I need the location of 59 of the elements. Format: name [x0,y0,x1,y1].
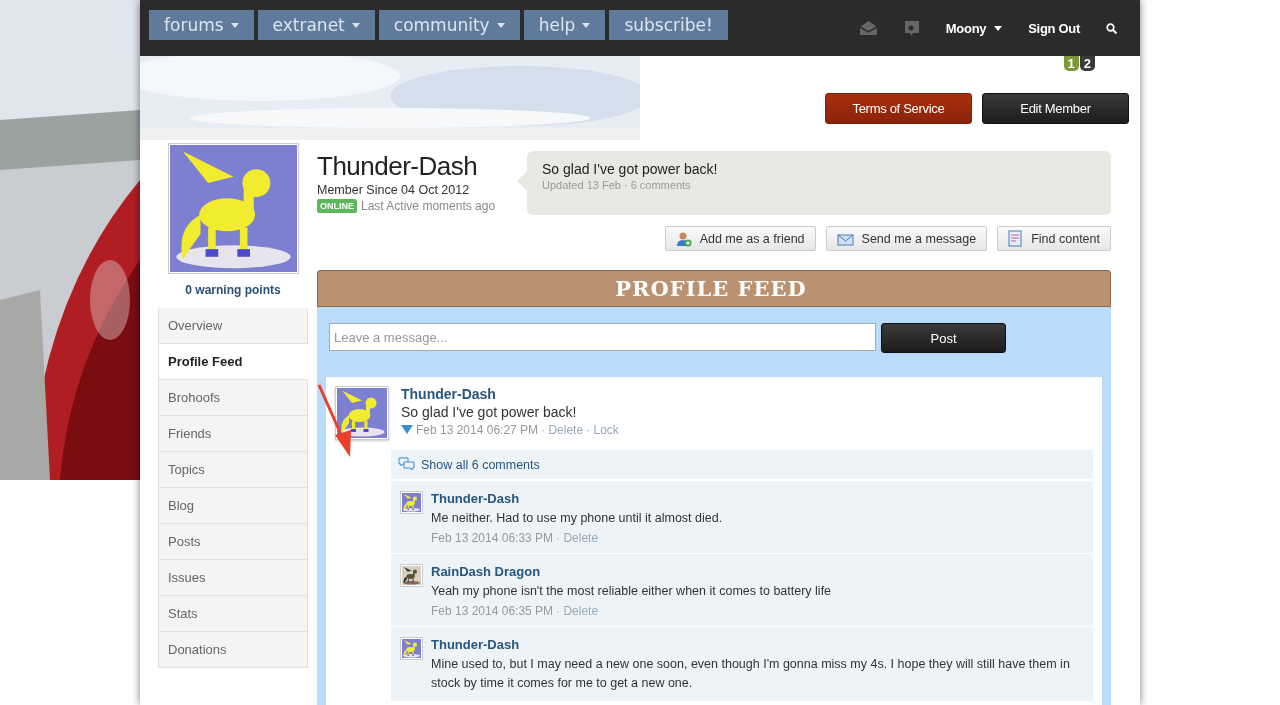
count-badge[interactable]: 1 [1063,56,1079,71]
message-field[interactable]: Leave a message... [329,323,876,351]
show-comments-link[interactable]: Show all 6 comments [391,450,1093,480]
chat-icon[interactable] [903,19,920,37]
post-text: So glad I've got power back! [401,404,578,420]
user-menu[interactable]: Moony [945,20,1003,36]
status-meta: Updated 13 Feb · 6 comments [542,179,692,191]
action-button[interactable]: Add me as a friend [664,226,816,251]
author-link[interactable]: RainDash Dragon [431,564,832,579]
search-icon[interactable] [1106,22,1117,34]
dropdown-icon[interactable] [401,424,413,436]
sidebar-item[interactable]: Issues [158,560,308,596]
sidebar-item[interactable]: Topics [158,452,308,488]
last-active: Last Active moments ago [361,199,496,213]
sidebar-item[interactable]: Overview [158,308,308,344]
nav-tab[interactable]: community [378,10,520,40]
envelope-icon [836,231,854,246]
post-date: Feb 13 2014 06:27 PM [416,423,539,437]
nav-tab[interactable]: subscribe! [609,10,728,40]
sidebar-item[interactable]: Friends [158,416,308,452]
comment-text: Yeah my phone isn't the most reliable either when it comes to battery life [431,583,832,600]
caret-icon [496,22,505,28]
sidebar-item[interactable]: Blog [158,488,308,524]
profile-name: Thunder-Dash [317,151,479,181]
sign-out-link[interactable]: Sign Out [1028,20,1080,36]
edit-member-button[interactable]: Edit Member [982,93,1129,124]
sidebar-item[interactable]: Stats [158,596,308,632]
document-icon [1008,230,1024,247]
nav-tab[interactable]: help [523,10,606,40]
sidebar-item[interactable]: Profile Feed [158,344,308,380]
nav-tab[interactable]: forums [149,10,254,40]
caret-icon [994,25,1003,31]
comment-text: Me neither. Had to use my phone until it almost died. [431,510,723,527]
caret-icon [582,22,591,28]
count-badge[interactable]: 2 [1079,56,1095,71]
member-since: Member Since 04 Oct 2012 [317,183,471,197]
caret-icon [351,22,360,28]
author-link[interactable]: Thunder-Dash [431,491,723,506]
speech-bubbles-icon [398,457,415,472]
action-button[interactable]: Send me a message [825,226,988,251]
terms-button[interactable]: Terms of Service [825,93,972,124]
author-link[interactable]: Thunder-Dash [431,637,1084,652]
author-link[interactable]: Thunder-Dash [401,386,619,402]
caret-icon [230,22,239,28]
warning-points: 0 warning points [185,283,281,297]
sidebar-item[interactable]: Brohoofs [158,380,308,416]
post-date: Feb 13 2014 06:35 PM [431,604,554,618]
post-date: Feb 13 2014 06:33 PM [431,531,554,545]
sidebar-item[interactable]: Donations [158,632,308,668]
status-text: So glad I've got power back! [542,161,719,177]
person-add-icon [675,230,692,247]
sidebar-item[interactable]: Posts [158,524,308,560]
feed-title: PROFILE FEED [615,276,807,301]
nav-tab[interactable]: extranet [257,10,375,40]
online-badge: ONLINE [317,199,357,213]
comment-text: Mine used to, but I may need a new one soon, even though I'm gonna miss my 4s. I hope they will still have them in stock by time it comes for me to get a new one. [431,656,1071,692]
action-button[interactable]: Find content [997,226,1111,251]
envelope-icon[interactable] [858,20,878,36]
post-button[interactable]: Post [881,323,1006,353]
